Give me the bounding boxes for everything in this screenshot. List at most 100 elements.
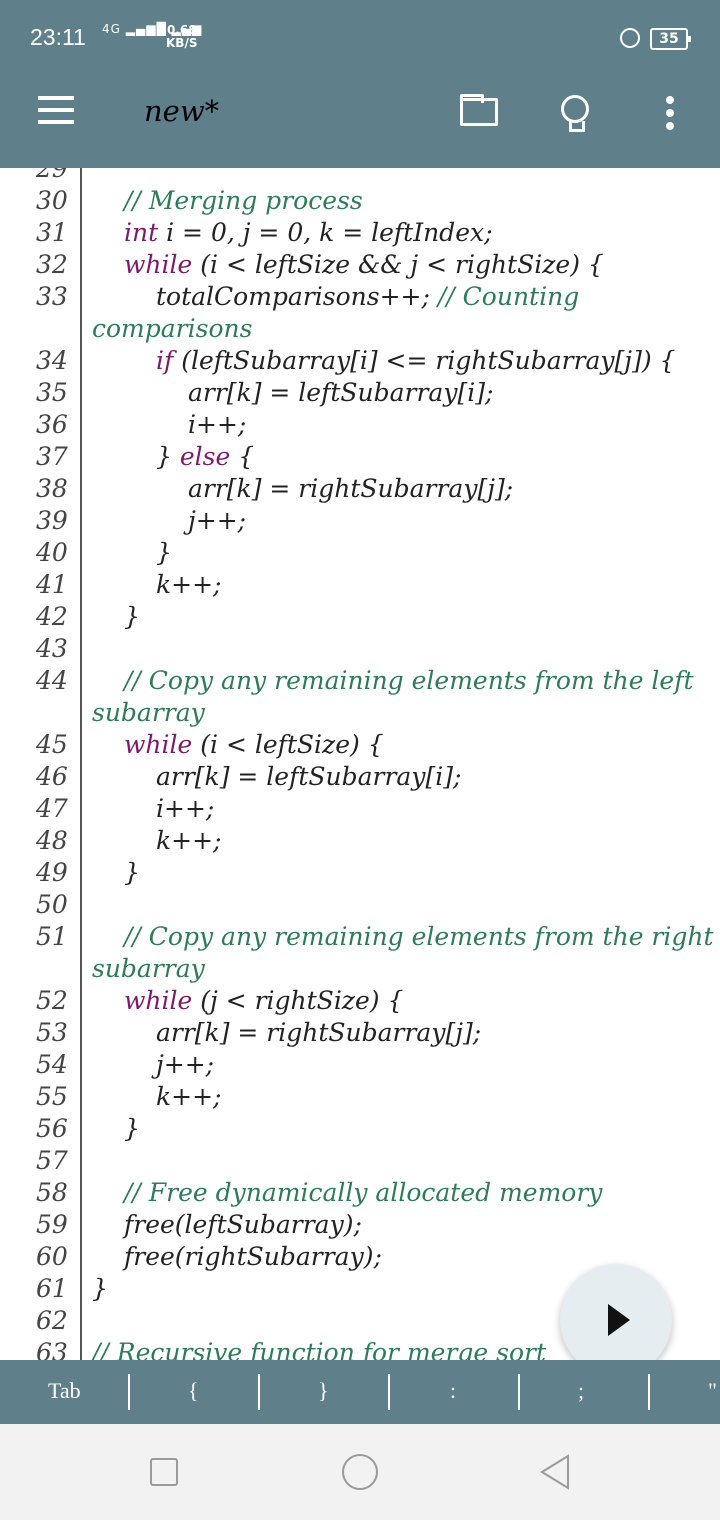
recent-apps-icon[interactable] [150, 1458, 178, 1486]
line-number: 60 [36, 1242, 68, 1271]
key-separator [388, 1374, 390, 1410]
code-text: k++; [156, 1082, 222, 1111]
code-line: 56 } [0, 1114, 720, 1146]
line-number: 56 [36, 1114, 68, 1143]
line-number: 29 [36, 168, 68, 183]
key-colon[interactable]: : [450, 1378, 456, 1404]
home-icon[interactable] [342, 1454, 378, 1490]
code-text: j++; [188, 506, 247, 535]
line-number: 42 [36, 602, 68, 631]
key-open-brace[interactable]: { [188, 1378, 199, 1404]
key-separator [258, 1374, 260, 1410]
line-number: 37 [36, 442, 68, 471]
line-number: 30 [36, 186, 68, 215]
code-line: 35 arr[k] = leftSubarray[i]; [0, 378, 720, 410]
code-text: k++; [156, 570, 222, 599]
key-quote[interactable]: " [708, 1378, 717, 1404]
play-icon [608, 1304, 630, 1336]
code-line: 37 } else { [0, 442, 720, 474]
line-number: 36 [36, 410, 68, 439]
line-number: 50 [36, 890, 68, 919]
speed-value: 0.68 [166, 23, 197, 37]
line-number: 46 [36, 762, 68, 791]
code-line: 58 // Free dynamically allocated memory [0, 1178, 720, 1210]
code-line: 46 arr[k] = leftSubarray[i]; [0, 762, 720, 794]
key-semicolon[interactable]: ; [578, 1378, 584, 1404]
code-line: 38 arr[k] = rightSubarray[j]; [0, 474, 720, 506]
code-line: 29 [0, 168, 720, 186]
line-number: 48 [36, 826, 68, 855]
code-line: 55 k++; [0, 1082, 720, 1114]
code-text: free(rightSubarray); [124, 1242, 382, 1271]
back-icon[interactable] [540, 1454, 570, 1490]
code-line: 44 // Copy any remaining elements from t… [0, 666, 720, 698]
code-text: } else { [156, 442, 255, 471]
code-line: 41 k++; [0, 570, 720, 602]
status-bar: 23:11 4G ▂▄▆█ ▂▄▆ 0.68 KB/S 35 [0, 0, 720, 56]
code-line: 32 while (i < leftSize && j < rightSize)… [0, 250, 720, 282]
code-line: 52 while (j < rightSize) { [0, 986, 720, 1018]
line-number: 31 [36, 218, 68, 247]
code-line: 47 i++; [0, 794, 720, 826]
line-number: 34 [36, 346, 68, 375]
line-number: 51 [36, 922, 68, 951]
line-number: 63 [36, 1338, 68, 1360]
code-text: } [124, 602, 140, 631]
code-text: } [92, 1274, 108, 1303]
code-text: while (i < leftSize && j < rightSize) { [124, 250, 604, 279]
code-line: 48 k++; [0, 826, 720, 858]
code-text: free(leftSubarray); [124, 1210, 362, 1239]
line-number: 49 [36, 858, 68, 887]
line-number: 43 [36, 634, 68, 663]
line-number: 58 [36, 1178, 68, 1207]
code-text: // Copy any remaining elements from the … [124, 922, 714, 951]
code-text: } [124, 1114, 140, 1143]
folder-icon[interactable] [460, 94, 498, 126]
line-number: 62 [36, 1306, 68, 1335]
more-options-icon[interactable] [666, 96, 676, 132]
code-line: 36 i++; [0, 410, 720, 442]
code-text: } [156, 538, 172, 567]
code-line: 59 free(leftSubarray); [0, 1210, 720, 1242]
line-number: 59 [36, 1210, 68, 1239]
code-text: i++; [156, 794, 215, 823]
line-number: 39 [36, 506, 68, 535]
line-number: 33 [36, 282, 68, 311]
key-close-brace[interactable]: } [318, 1378, 329, 1404]
key-tab[interactable]: Tab [48, 1378, 81, 1404]
code-line: 30 // Merging process [0, 186, 720, 218]
key-separator [648, 1374, 650, 1410]
code-text: // Merging process [124, 186, 363, 215]
code-text: k++; [156, 826, 222, 855]
line-number: 41 [36, 570, 68, 599]
code-text: i++; [188, 410, 247, 439]
line-number: 40 [36, 538, 68, 567]
code-line-wrap: subarray [0, 954, 720, 986]
code-text: while (j < rightSize) { [124, 986, 404, 1015]
line-number: 61 [36, 1274, 68, 1303]
code-line-wrap: subarray [0, 698, 720, 730]
line-number: 38 [36, 474, 68, 503]
code-line: 45 while (i < leftSize) { [0, 730, 720, 762]
key-separator [128, 1374, 130, 1410]
line-number: 54 [36, 1050, 68, 1079]
code-line: 39 j++; [0, 506, 720, 538]
code-line: 34 if (leftSubarray[i] <= rightSubarray[… [0, 346, 720, 378]
line-number: 35 [36, 378, 68, 407]
code-text: arr[k] = leftSubarray[i]; [188, 378, 494, 407]
speed-unit: KB/S [166, 36, 198, 50]
code-text: totalComparisons++; // Counting [156, 282, 580, 311]
line-number: 52 [36, 986, 68, 1015]
line-number: 53 [36, 1018, 68, 1047]
line-number: 47 [36, 794, 68, 823]
key-separator [518, 1374, 520, 1410]
hamburger-menu-icon[interactable] [38, 96, 74, 126]
code-line: 50 [0, 890, 720, 922]
code-line: 42 } [0, 602, 720, 634]
code-text: int i = 0, j = 0, k = leftIndex; [124, 218, 493, 247]
code-text: // Recursive function for merge sort [92, 1338, 547, 1360]
file-title: new* [144, 94, 220, 128]
code-line: 54 j++; [0, 1050, 720, 1082]
lightbulb-icon[interactable] [560, 95, 590, 133]
code-editor[interactable]: 29 30 // Merging process 31 int i = 0, j… [0, 168, 720, 1360]
